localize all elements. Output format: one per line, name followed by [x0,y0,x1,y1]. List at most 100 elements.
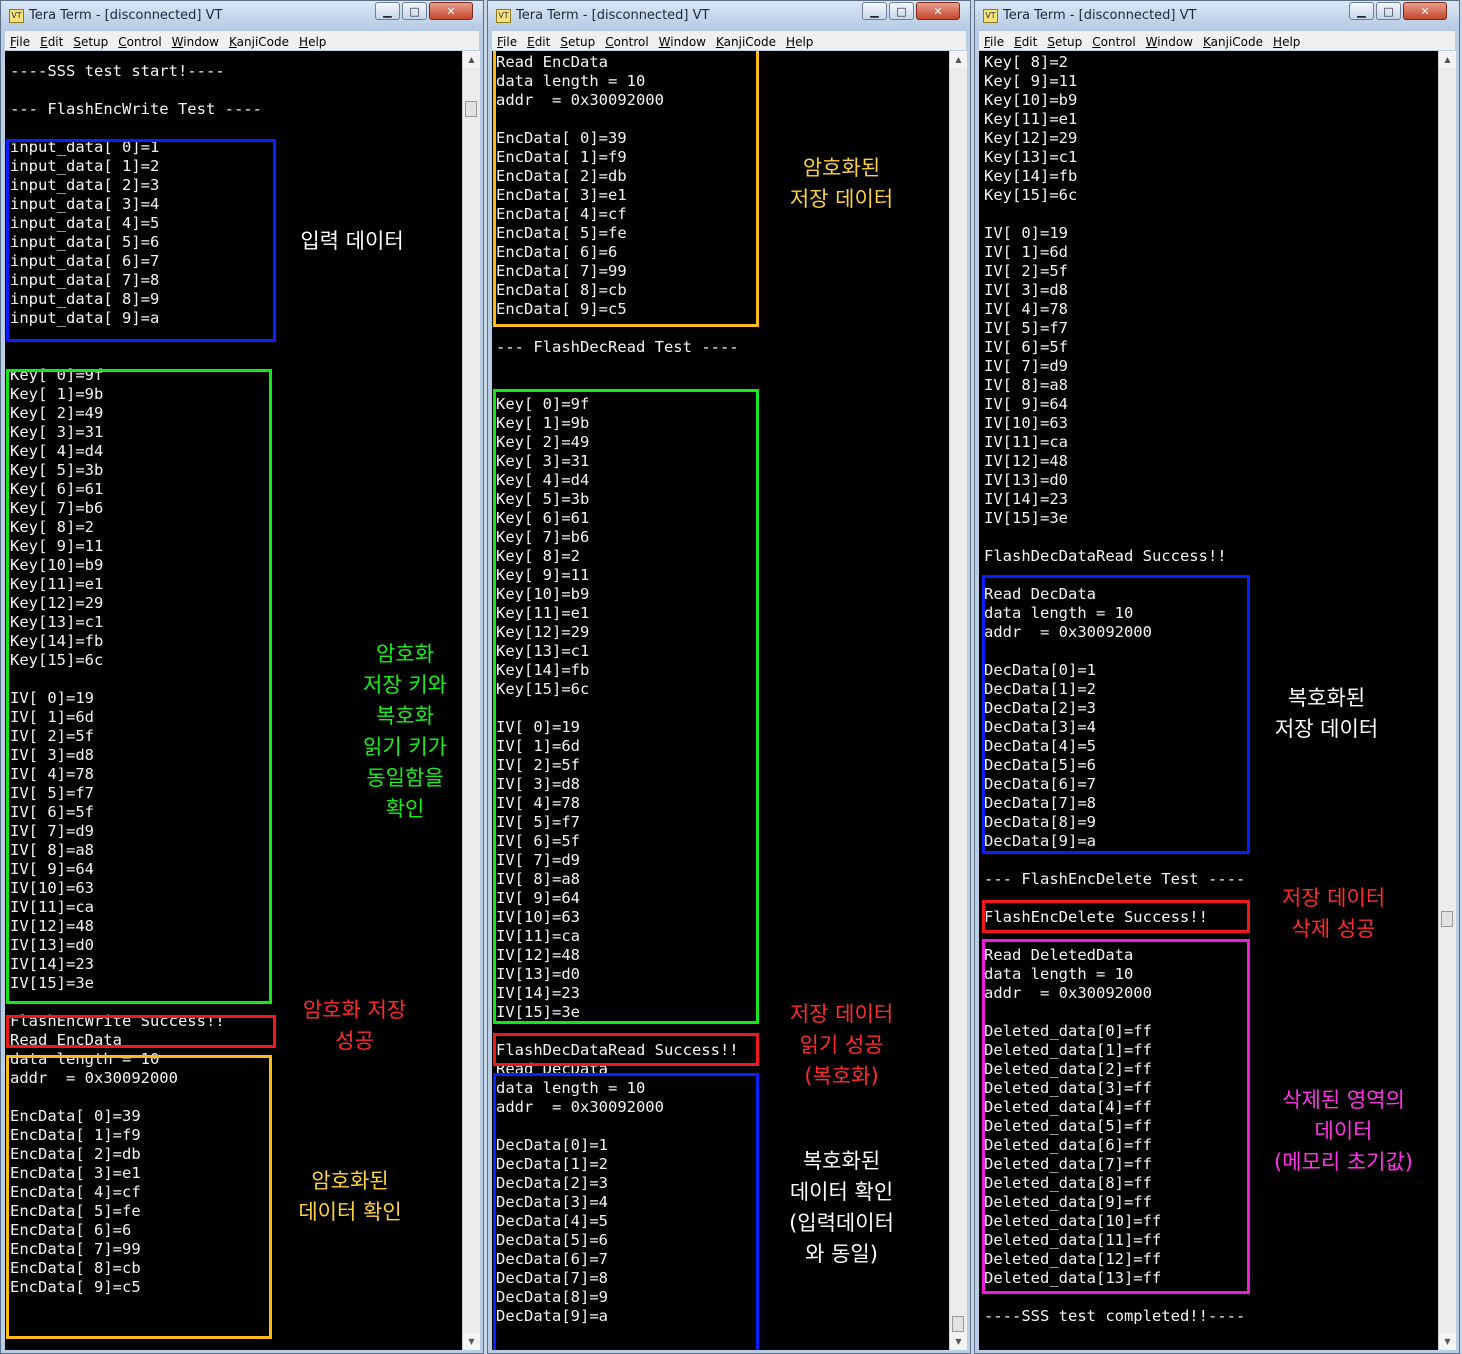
menu-kanjicode[interactable]: KanjiCode [1198,33,1268,52]
annotation-line: 삭제된 영역의 [1282,1088,1405,1112]
vertical-scrollbar[interactable]: ▲ ▼ [949,51,967,1350]
terminal-screen[interactable]: ----SSS test start!---- --- FlashEncWrite… [5,51,462,1350]
maximize-button[interactable]: □ [402,2,427,20]
terminal-line: IV[ 5]=f7 [984,319,1068,337]
annotation-read-success: 저장 데이터 읽기 성공 (복호화) [764,999,919,1092]
deleted-data-box [982,939,1250,1294]
terminal-line: FlashDecDataRead Success!! [984,547,1227,565]
maximize-button[interactable]: □ [1376,2,1401,20]
menu-help[interactable]: Help [294,33,331,52]
annotation-line: 복호화된 [1287,686,1366,710]
menu-setup[interactable]: Setup [555,33,600,52]
annotation-line: 암호화된 [802,156,881,180]
annotation-line: 저장 데이터 [1281,886,1386,910]
annotation-line: 저장 데이터 [789,1002,894,1026]
terminal-screen[interactable]: Read EncData data length = 10 addr = 0x300… [492,51,949,1350]
menu-help[interactable]: Help [781,33,818,52]
menu-bar: File Edit Setup Control Window KanjiCode Help [492,31,966,50]
terminal-line: IV[ 6]=5f [984,338,1068,356]
annotation-line: 확인 [385,797,425,821]
scroll-down-icon[interactable]: ▼ [1439,1333,1456,1350]
annotation-write-success: 암호화 저장성공 [277,995,432,1057]
terminal-line: IV[ 1]=6d [984,243,1068,261]
scroll-down-icon[interactable]: ▼ [463,1333,480,1350]
terminal-line: IV[ 2]=5f [984,262,1068,280]
close-button[interactable]: ✕ [429,2,473,20]
menu-bar: File Edit Setup Control Window KanjiCode Help [5,31,479,50]
menu-window[interactable]: Window [654,33,711,52]
annotation-line: 암호화 저장 [302,998,407,1022]
menu-window[interactable]: Window [1141,33,1198,52]
menu-control[interactable]: Control [600,33,653,52]
window-title: Tera Term - [disconnected] VT [516,8,710,23]
terminal-line: IV[ 9]=64 [984,395,1068,413]
terminal-window-1: VT Tera Term - [disconnected] VT ▁ □ ✕ F… [0,0,484,1354]
menu-file[interactable]: File [979,33,1009,52]
terminal-line: IV[ 4]=78 [984,300,1068,318]
input-data-box [6,139,276,342]
annotation-line: 읽기 키가 [363,735,447,759]
terminal-line: --- FlashEncDelete Test ---- [984,870,1246,888]
terminal-line: Key[13]=c1 [984,148,1078,166]
annotation-enc-data: 암호화된 데이터 확인 [275,1166,425,1228]
minimize-button[interactable]: ▁ [1349,2,1374,20]
terminal-line: --- FlashEncWrite Test ---- [10,100,262,118]
annotation-line: 데이터 확인 [298,1200,402,1224]
vertical-scrollbar[interactable]: ▲ ▼ [462,51,480,1350]
annotation-line: 암호화 [376,642,434,666]
annotation-line: 복호화된 [802,1149,881,1173]
menu-file[interactable]: File [492,33,522,52]
annotation-line: 저장 키와 [363,673,447,697]
menu-control[interactable]: Control [1087,33,1140,52]
annotation-line: 저장 데이터 [1274,717,1379,741]
scroll-thumb[interactable] [1441,911,1453,927]
menu-bar: File Edit Setup Control Window KanjiCode Help [979,31,1455,50]
scroll-up-icon[interactable]: ▲ [950,51,967,68]
menu-file[interactable]: File [5,33,35,52]
menu-edit[interactable]: Edit [1009,33,1042,52]
title-bar[interactable]: VT Tera Term - [disconnected] VT ▁ □ ✕ [975,1,1459,31]
menu-control[interactable]: Control [113,33,166,52]
annotation-line: 성공 [335,1029,374,1053]
dec-data-box [982,575,1250,854]
terminal-line: Key[10]=b9 [984,91,1078,109]
annotation-line: 데이터 [1314,1119,1373,1143]
tera-term-app-icon: VT [983,9,998,23]
window-title: Tera Term - [disconnected] VT [1003,8,1197,23]
minimize-button[interactable]: ▁ [375,2,400,20]
terminal-window-2: VT Tera Term - [disconnected] VT ▁ □ ✕ F… [487,0,971,1354]
annotation-enc-stored: 암호화된저장 데이터 [764,153,919,215]
annotation-line: 와 동일) [805,1242,878,1266]
enc-data-box [493,51,759,327]
menu-help[interactable]: Help [1268,33,1305,52]
title-bar[interactable]: VT Tera Term - [disconnected] VT ▁ □ ✕ [1,1,483,31]
menu-kanjicode[interactable]: KanjiCode [224,33,294,52]
annotation-dec-data: 복호화된 데이터 확인 (입력데이터 와 동일) [764,1146,919,1270]
tera-term-app-icon: VT [496,9,511,23]
scroll-thumb[interactable] [952,1316,964,1332]
minimize-button[interactable]: ▁ [862,2,887,20]
annotation-key-match: 암호화 저장 키와 복호화 읽기 키가 동일함을 확인 [335,639,462,825]
menu-window[interactable]: Window [167,33,224,52]
maximize-button[interactable]: □ [889,2,914,20]
menu-setup[interactable]: Setup [1042,33,1087,52]
scroll-up-icon[interactable]: ▲ [463,51,480,68]
terminal-line: IV[ 3]=d8 [984,281,1068,299]
write-success-box [6,1015,276,1048]
menu-edit[interactable]: Edit [35,33,68,52]
vertical-scrollbar[interactable]: ▲ ▼ [1438,51,1456,1350]
annotation-deleted-area: 삭제된 영역의 데이터 (메모리 초기값) [1251,1085,1436,1178]
scroll-up-icon[interactable]: ▲ [1439,51,1456,68]
scroll-down-icon[interactable]: ▼ [950,1333,967,1350]
terminal-screen[interactable]: Key[ 8]=2 Key[ 9]=11 Key[10]=b9 Key[11]=e1 K… [979,51,1438,1350]
terminal-line: IV[ 8]=a8 [984,376,1068,394]
menu-kanjicode[interactable]: KanjiCode [711,33,781,52]
close-button[interactable]: ✕ [1403,2,1447,20]
terminal-line: Key[ 8]=2 [984,53,1068,71]
title-bar[interactable]: VT Tera Term - [disconnected] VT ▁ □ ✕ [488,1,970,31]
menu-setup[interactable]: Setup [68,33,113,52]
scroll-thumb[interactable] [465,101,477,117]
close-button[interactable]: ✕ [916,2,960,20]
menu-edit[interactable]: Edit [522,33,555,52]
annotation-line: 저장 데이터 [789,187,894,211]
